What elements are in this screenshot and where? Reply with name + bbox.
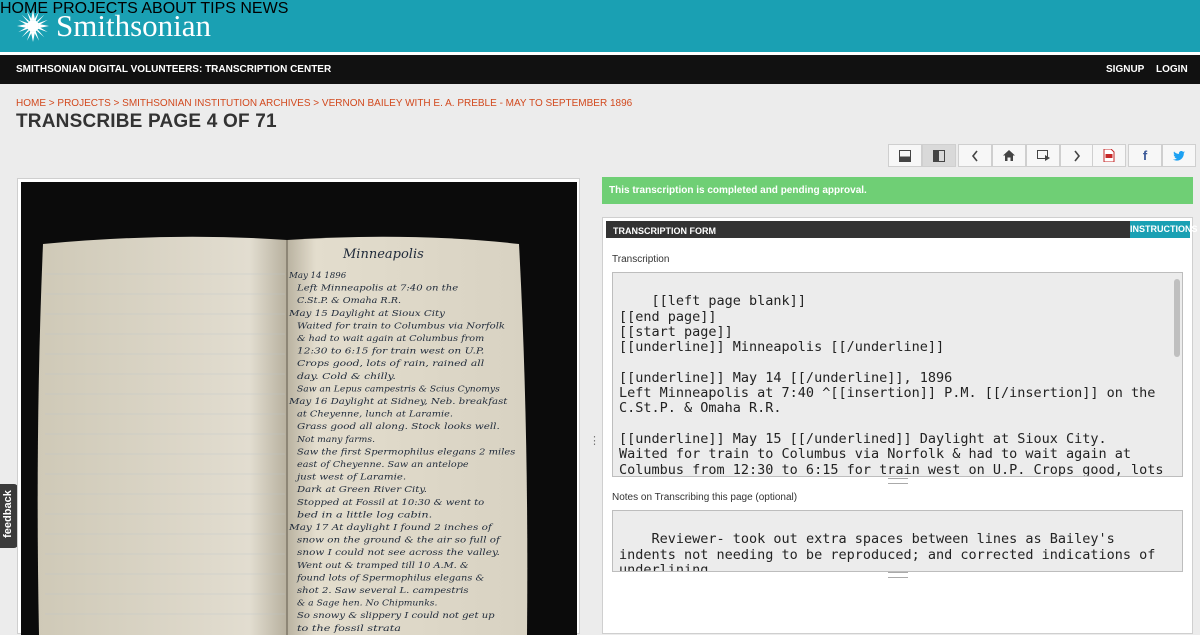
notebook-line: May 14 1896 (288, 271, 347, 281)
transcription-label: Transcription (612, 254, 670, 265)
nav-news[interactable]: NEWS (240, 0, 288, 17)
breadcrumb-archives[interactable]: SMITHSONIAN INSTITUTION ARCHIVES (122, 98, 310, 109)
notebook-line: Crops good, lots of rain, rained all (297, 359, 485, 369)
notebook-line: May 17 At daylight I found 2 inches of (288, 523, 494, 533)
notes-textarea[interactable]: Reviewer- took out extra spaces between … (612, 510, 1183, 572)
page-nav-group (958, 144, 1094, 167)
twitter-icon[interactable] (1162, 144, 1196, 167)
notebook-line: Went out & tramped till 10 A.M. & (297, 561, 469, 571)
transcription-resize-grip[interactable] (888, 478, 908, 484)
notebook-line: & had to wait again at Columbus from (297, 334, 484, 344)
notebook-line: snow I could not see across the valley. (297, 548, 500, 558)
notebook-line: day. Cold & chilly. (297, 372, 396, 382)
notes-text: Reviewer- took out extra spaces between … (619, 531, 1164, 572)
notebook-line: So snowy & slippery I could not get up (297, 611, 495, 621)
notebook-line: Waited for train to Columbus via Norfolk (297, 321, 505, 331)
form-header: TRANSCRIPTION FORM (606, 221, 1131, 238)
status-message: This transcription is completed and pend… (602, 177, 1193, 204)
layout-toggle-group (888, 144, 956, 167)
pdf-group (1092, 144, 1126, 167)
facebook-icon[interactable]: f (1128, 144, 1162, 167)
prev-page-icon[interactable] (958, 144, 992, 167)
notebook-line: Saw the first Spermophilus elegans 2 mil… (297, 447, 516, 457)
brand-name: Smithsonian (56, 8, 212, 43)
notes-label: Notes on Transcribing this page (optiona… (612, 492, 798, 503)
notebook-line: bed in a little log cabin. (297, 510, 432, 520)
notebook-line: snow on the ground & the air so full of (297, 536, 502, 546)
notebook-line: May 15 Daylight at Sioux City (288, 309, 445, 319)
login-link[interactable]: LOGIN (1156, 64, 1188, 75)
top-bar: Smithsonian HOME PROJECTS ABOUT TIPS NEW… (0, 0, 1200, 52)
notebook-line: found lots of Spermophilus elegans & (296, 573, 485, 583)
next-page-icon[interactable] (1060, 144, 1094, 167)
sunburst-icon (17, 10, 49, 42)
notebook-line: 12:30 to 6:15 for train west on U.P. (297, 347, 484, 357)
notebook-line: just west of Laramie. (295, 473, 407, 483)
notebook-line: Left Minneapolis at 7:40 on the (296, 284, 458, 294)
notebook-line: C.St.P. & Omaha R.R. (297, 296, 401, 306)
site-subtitle: SMITHSONIAN DIGITAL VOLUNTEERS: TRANSCRI… (16, 64, 332, 75)
notebook-line: May 16 Daylight at Sidney, Neb. breakfas… (288, 397, 508, 407)
notebook-line: & a Sage hen. No Chipmunks. (297, 599, 437, 609)
notebook-line: to the fossil strata (297, 624, 401, 634)
breadcrumb: HOME > PROJECTS > SMITHSONIAN INSTITUTIO… (16, 98, 633, 109)
page-image-viewer[interactable]: Minneapolis May 14 1896 Left Minneapolis a… (17, 178, 580, 635)
notebook-scan[interactable]: Minneapolis May 14 1896 Left Minneapolis a… (21, 182, 577, 635)
notebook-line: Not many farms. (296, 435, 375, 445)
smithsonian-logo[interactable]: Smithsonian (16, 9, 211, 43)
notebook-line: east of Cheyenne. Saw an antelope (297, 460, 469, 470)
notebook-line: Dark at Green River City. (296, 485, 427, 495)
notebook-line: shot 2. Saw several L. campestris (297, 586, 469, 596)
notebook-line: at Cheyenne, lunch at Laramie. (297, 410, 453, 420)
notes-resize-grip[interactable] (888, 572, 908, 578)
share-group: f (1128, 144, 1196, 167)
feedback-label: feedback (2, 490, 14, 538)
notebook-line: Stopped at Fossil at 10:30 & went to (297, 498, 484, 508)
notebook-line: Saw an Lepus campestris & Scius Cynomys (297, 384, 500, 394)
page-title: TRANSCRIBE PAGE 4 OF 71 (16, 111, 277, 132)
transcription-form: TRANSCRIPTION FORM INSTRUCTIONS Transcri… (602, 217, 1198, 634)
instructions-button[interactable]: INSTRUCTIONS (1130, 221, 1198, 238)
transcription-textarea[interactable]: [[left page blank]] [[end page]] [[start… (612, 272, 1183, 477)
switch-page-icon[interactable] (1026, 144, 1060, 167)
notebook-heading: Minneapolis (342, 247, 424, 262)
transcription-scrollbar[interactable] (1174, 279, 1180, 357)
signup-link[interactable]: SIGNUP (1106, 64, 1144, 75)
home-icon[interactable] (992, 144, 1026, 167)
breadcrumb-project-name[interactable]: VERNON BAILEY WITH E. A. PREBLE - MAY TO… (322, 98, 632, 109)
feedback-tab[interactable]: feedback (0, 484, 18, 548)
breadcrumb-projects[interactable]: PROJECTS (57, 98, 110, 109)
transcription-text: [[left page blank]] [[end page]] [[start… (619, 293, 1164, 477)
layout-horizontal-icon[interactable] (888, 144, 922, 167)
pdf-icon[interactable] (1092, 144, 1126, 167)
notebook-line: Grass good all along. Stock looks well. (297, 422, 500, 432)
breadcrumb-home[interactable]: HOME (16, 98, 46, 109)
layout-vertical-icon[interactable] (922, 144, 956, 167)
sub-header: SMITHSONIAN DIGITAL VOLUNTEERS: TRANSCRI… (0, 55, 1200, 84)
